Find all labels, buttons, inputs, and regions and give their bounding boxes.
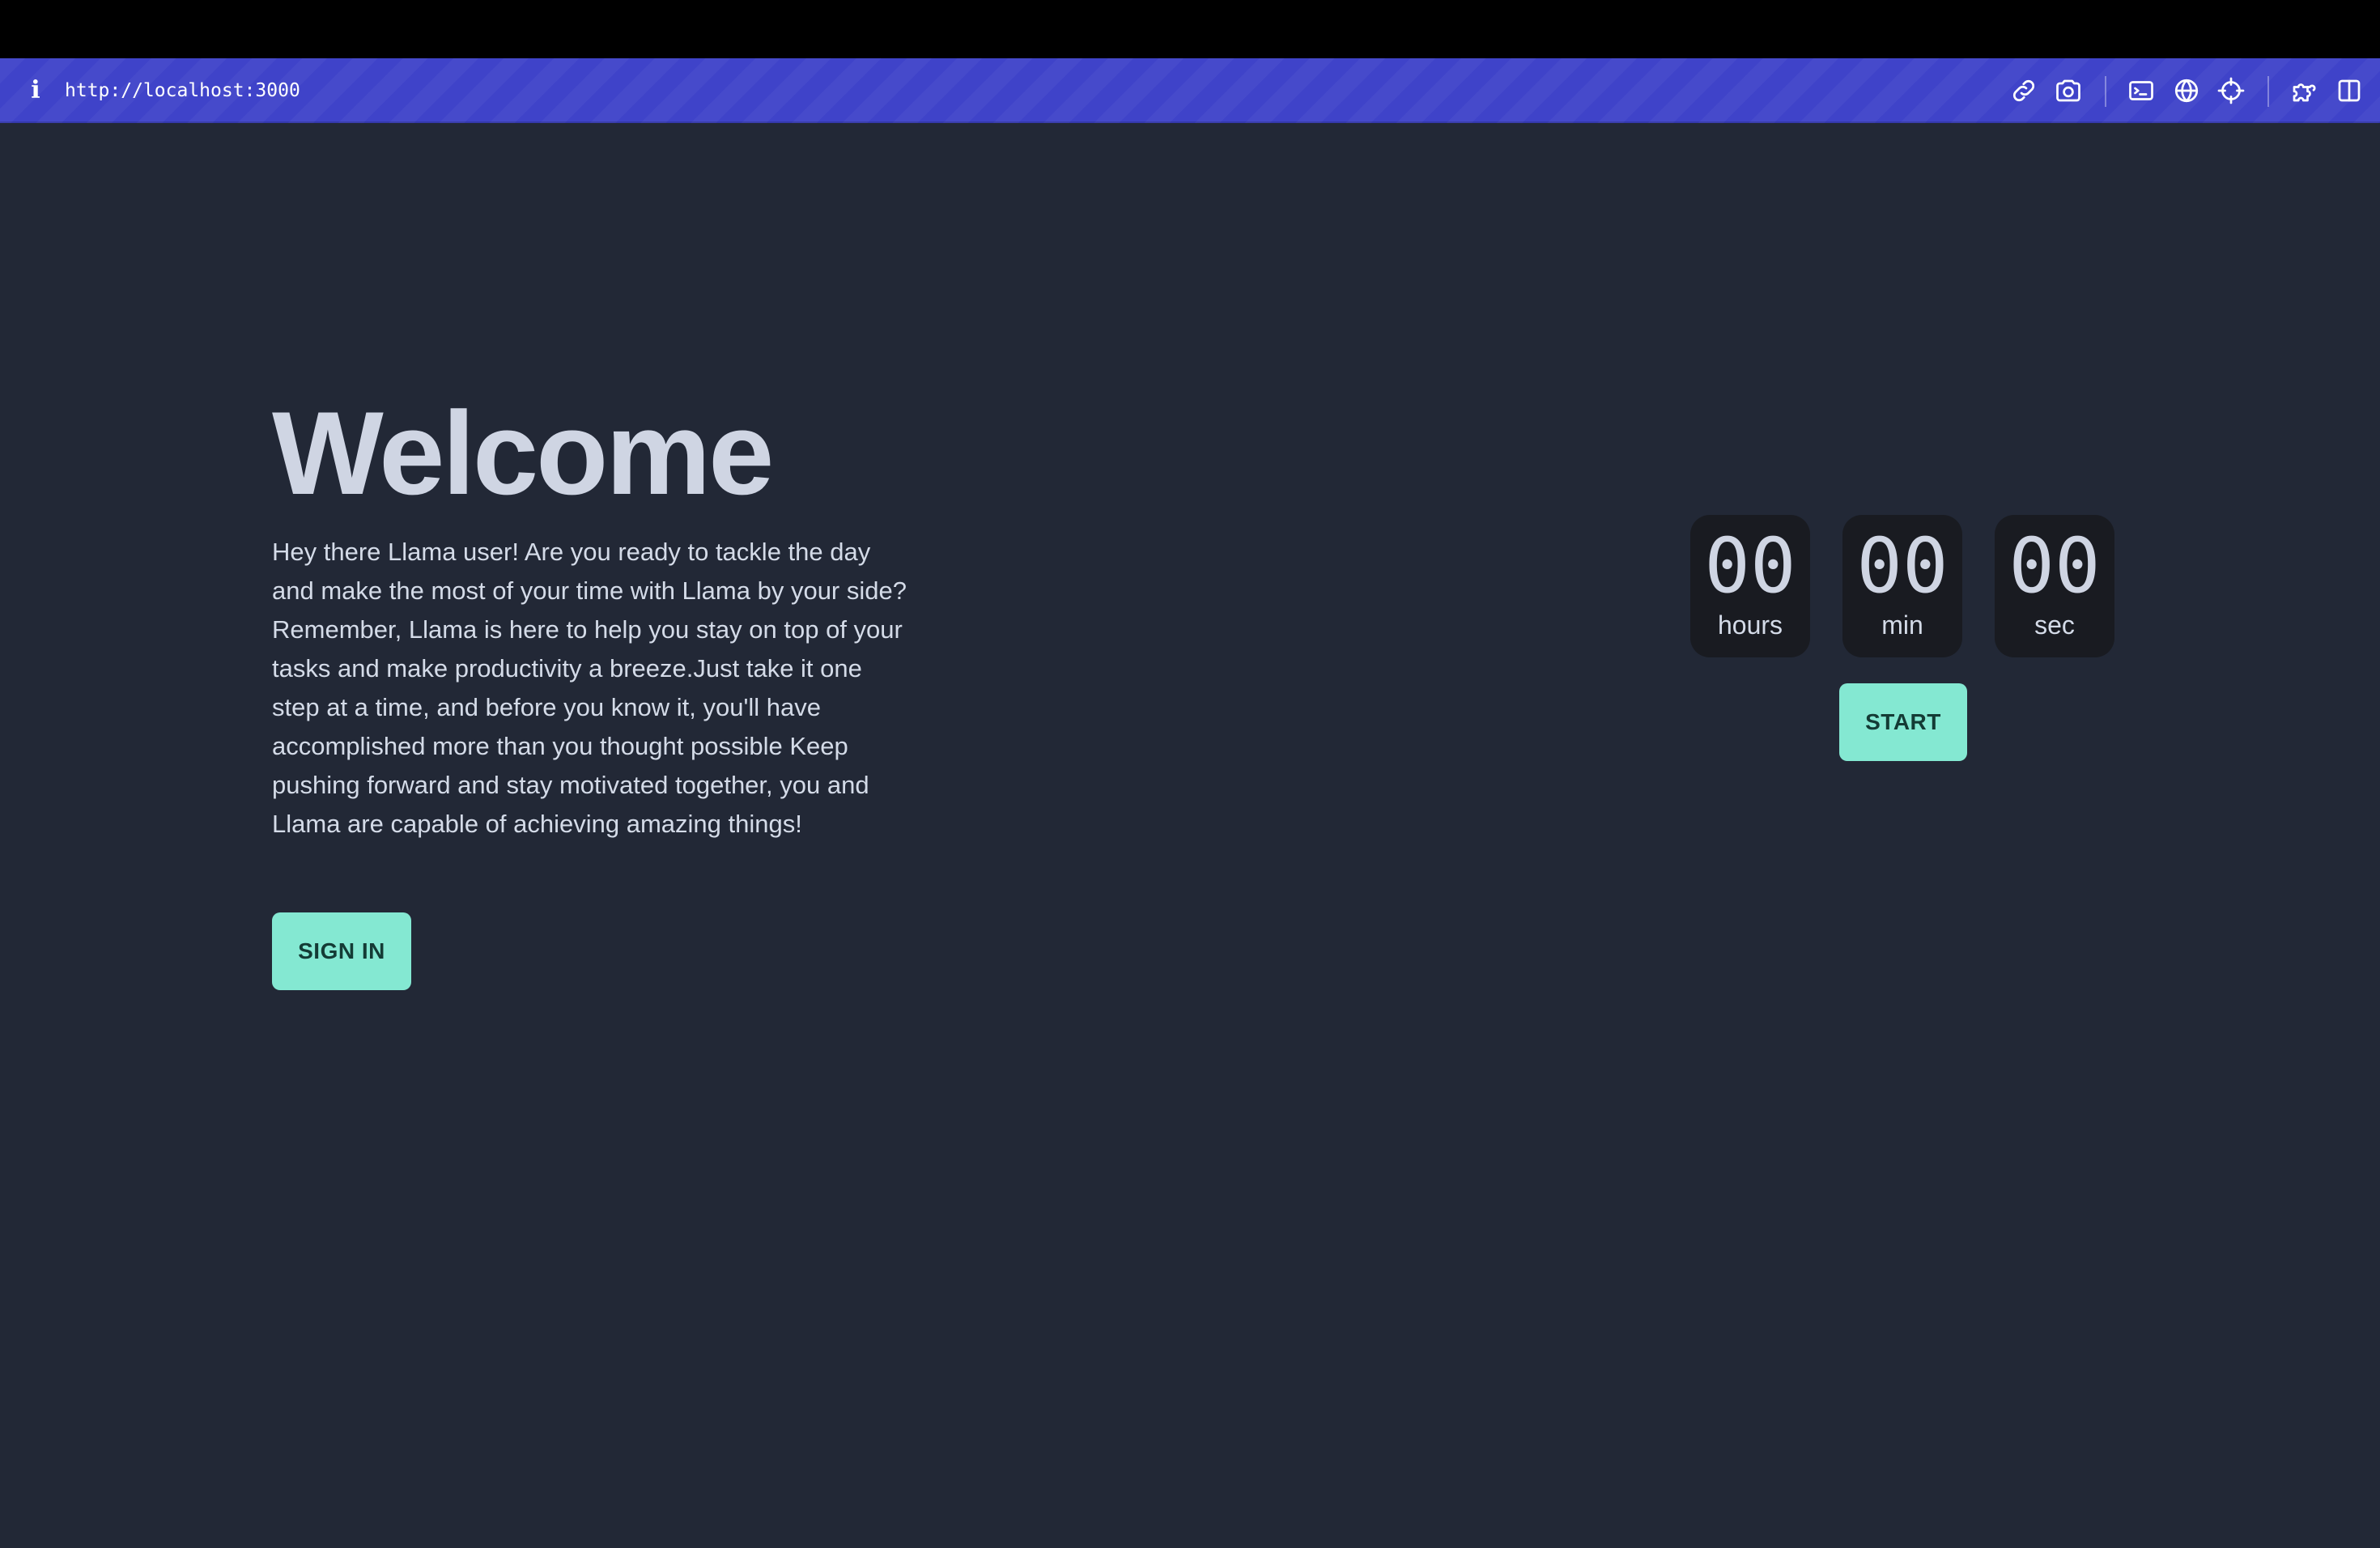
welcome-section: Welcome Hey there Llama user! Are you re… <box>272 387 920 839</box>
extension-icon[interactable] <box>2289 76 2318 105</box>
timer-minutes-label: min <box>1881 610 1923 640</box>
toolbar-separator <box>2267 76 2269 107</box>
timer-minutes-box: 00 min <box>1842 515 1962 657</box>
toolbar-separator <box>2105 76 2106 107</box>
timer-hours-value: 00 <box>1704 522 1796 610</box>
timer-hours-label: hours <box>1717 610 1783 640</box>
timer-hours-box: 00 hours <box>1690 515 1810 657</box>
timer-seconds-box: 00 sec <box>1995 515 2114 657</box>
sign-in-button[interactable]: SIGN IN <box>272 912 411 990</box>
timer-seconds-label: sec <box>2034 610 2075 640</box>
url-text[interactable]: http://localhost:3000 <box>65 78 300 104</box>
info-icon[interactable]: i <box>24 76 47 105</box>
welcome-description: Hey there Llama user! Are you ready to t… <box>272 538 907 838</box>
browser-url-bar: i http://localhost:3000 <box>0 58 2380 123</box>
page-title: Welcome <box>272 387 774 519</box>
timer-minutes-value: 00 <box>1856 522 1949 610</box>
terminal-icon[interactable] <box>2127 76 2156 105</box>
countdown-timer: 00 hours 00 min 00 sec <box>1690 515 2114 657</box>
window-top-bar <box>0 0 2380 58</box>
camera-icon[interactable] <box>2054 76 2083 105</box>
link-icon[interactable] <box>2009 76 2038 105</box>
globe-icon[interactable] <box>2172 76 2201 105</box>
crosshair-icon[interactable] <box>2216 76 2246 105</box>
timer-seconds-value: 00 <box>2008 522 2101 610</box>
split-view-icon[interactable] <box>2335 76 2364 105</box>
start-button[interactable]: START <box>1839 683 1967 761</box>
